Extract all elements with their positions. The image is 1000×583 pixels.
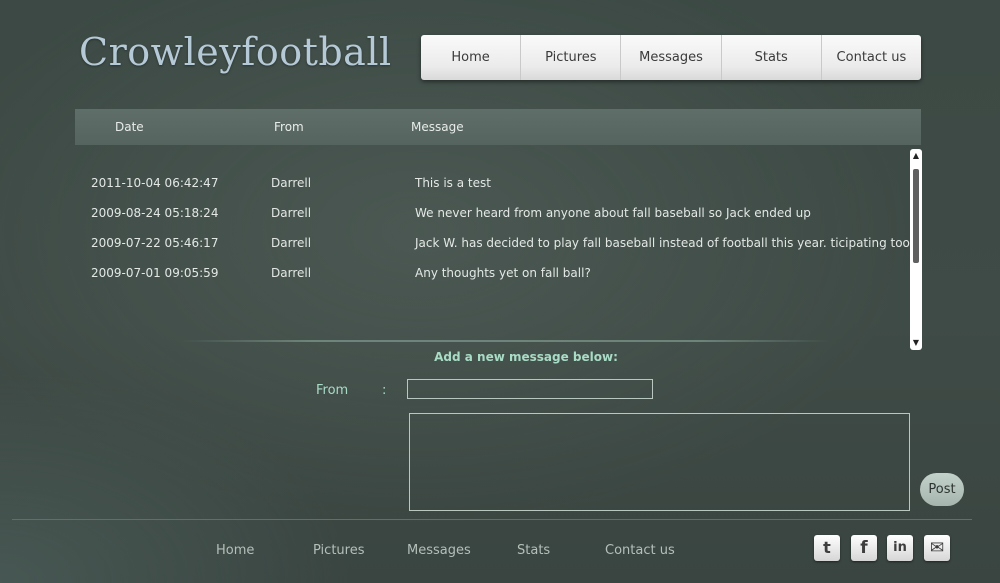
nav-stats[interactable]: Stats — [720, 35, 821, 80]
column-header-date: Date — [115, 120, 144, 134]
top-navigation: Home Pictures Messages Stats Contact us — [421, 35, 921, 80]
scroll-down-icon[interactable]: ▼ — [910, 338, 922, 348]
row-message: Any thoughts yet on fall ball? — [415, 266, 591, 280]
linkedin-icon[interactable]: in — [887, 535, 913, 561]
footer-nav-home[interactable]: Home — [216, 543, 254, 558]
add-message-heading: Add a new message below: — [434, 350, 618, 364]
scrollbar-thumb[interactable] — [913, 169, 919, 263]
nav-pictures[interactable]: Pictures — [520, 35, 620, 80]
footer-nav-pictures[interactable]: Pictures — [313, 543, 364, 558]
site-logo[interactable]: Crowleyfootball — [79, 30, 392, 74]
nav-messages[interactable]: Messages — [620, 35, 720, 80]
row-message: Jack W. has decided to play fall basebal… — [415, 236, 915, 250]
scroll-up-icon[interactable]: ▲ — [910, 151, 922, 161]
messages-table-header: Date From Message — [75, 109, 921, 145]
row-date: 2009-07-22 05:46:17 — [91, 236, 219, 250]
row-message: We never heard from anyone about fall ba… — [415, 206, 811, 220]
from-colon: : — [382, 383, 387, 398]
twitter-icon[interactable]: t — [814, 535, 840, 561]
message-textarea[interactable] — [409, 413, 910, 511]
footer-divider — [12, 519, 972, 520]
row-from: Darrell — [271, 236, 312, 250]
email-icon[interactable]: ✉ — [924, 535, 950, 561]
nav-home[interactable]: Home — [421, 35, 520, 80]
from-label: From — [316, 383, 349, 398]
column-header-message: Message — [411, 120, 464, 134]
row-message: This is a test — [415, 176, 491, 190]
row-date: 2009-08-24 05:18:24 — [91, 206, 219, 220]
from-input[interactable] — [407, 379, 653, 399]
nav-contact-us[interactable]: Contact us — [820, 35, 921, 80]
post-button[interactable]: Post — [920, 473, 964, 506]
column-header-from: From — [274, 120, 304, 134]
row-from: Darrell — [271, 266, 312, 280]
facebook-icon[interactable]: f — [851, 535, 877, 561]
footer-nav-stats[interactable]: Stats — [517, 543, 550, 558]
row-from: Darrell — [271, 176, 312, 190]
footer-nav-contact-us[interactable]: Contact us — [605, 543, 675, 558]
footer-nav-messages[interactable]: Messages — [407, 543, 471, 558]
section-divider — [180, 340, 830, 342]
row-date: 2011-10-04 06:42:47 — [91, 176, 219, 190]
messages-scrollbar[interactable]: ▲ ▼ — [910, 149, 922, 350]
row-from: Darrell — [271, 206, 312, 220]
row-date: 2009-07-01 09:05:59 — [91, 266, 219, 280]
